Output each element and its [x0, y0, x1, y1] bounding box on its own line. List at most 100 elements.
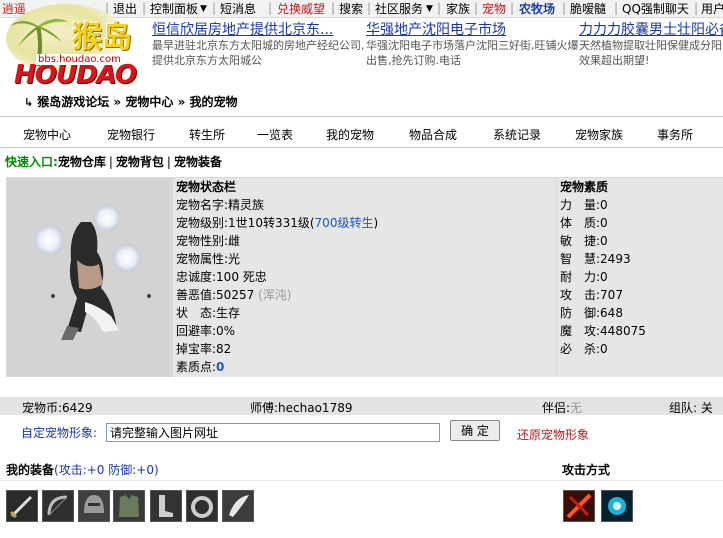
breadcrumb: ↳ 猴岛游戏论坛 » 宠物中心 » 我的宠物 [24, 93, 238, 110]
image-url-input[interactable] [106, 423, 440, 442]
karma-row: 善恶值:50257 (浑沌) [176, 288, 292, 302]
pet-name: 精灵族 [228, 198, 265, 212]
menu-item-pet-family[interactable]: 宠物家族 [575, 126, 623, 143]
pet-level: 1世10转331级( [228, 216, 315, 230]
evasion-row: 回避率:0% [176, 324, 236, 338]
quick-link-equipment[interactable]: 宠物装备 [174, 155, 222, 169]
custom-image-label: 自定宠物形象: [21, 426, 98, 440]
qualities-header: 宠物素质 [560, 180, 609, 194]
quick-entry-label: 快速入口: [5, 155, 58, 169]
nav-item-qq-chat[interactable]: QQ强制聊天 [622, 2, 689, 16]
ad-description: 最早进驻北京东方太阳城的房地产经纪公司,提供北京东方太阳城公 [152, 39, 365, 67]
pet-coin: 宠物币:6429 [22, 401, 93, 415]
confirm-button[interactable]: 确 定 [450, 420, 500, 441]
quality-row: 敏 捷:0 [560, 234, 608, 248]
quality-row: 智 慧:2493 [560, 252, 631, 266]
ad-block[interactable]: 华强地产沈阳电子市场 华强沈阳电子市场落户沈阳三好街,旺铺火爆出售,抢先订购.电… [366, 22, 582, 68]
rebirth-link[interactable]: 700级转生 [315, 216, 374, 230]
karma-value: 50257 [216, 288, 255, 302]
ring-icon[interactable] [186, 490, 218, 522]
menu-item-system-log[interactable]: 系统记录 [493, 126, 541, 143]
quick-link-warehouse[interactable]: 宠物仓库 [58, 155, 106, 169]
state-value: 生存 [216, 306, 241, 320]
ad-description: 天然植物提取壮阳保健成分阳效果超出期望! [579, 39, 722, 67]
quick-link-backpack[interactable]: 宠物背包 [116, 155, 164, 169]
menu-item-office[interactable]: 事务所 [657, 126, 693, 143]
breadcrumb-my-pet: 我的宠物 [189, 95, 238, 109]
menu-item-overview[interactable]: 一览表 [257, 126, 293, 143]
master[interactable]: 师傅:hechao1789 [250, 399, 352, 416]
quality-row: 攻 击:707 [560, 288, 623, 302]
state-row: 状 态:生存 [176, 306, 241, 320]
sword-icon[interactable] [6, 490, 38, 522]
quality-row: 防 御:648 [560, 306, 623, 320]
blade-icon[interactable] [222, 490, 254, 522]
quality-row: 耐 力:0 [560, 270, 608, 284]
quality-row: 必 杀:0 [560, 342, 608, 356]
pet-gender: 雌 [228, 234, 241, 248]
ad-title[interactable]: 恒信欣居房地产提供北京东... [152, 22, 368, 38]
points-row: 素质点:0 [176, 360, 225, 374]
pet-character-image [33, 204, 151, 340]
nav-item-misc[interactable]: 脆嗳髓 [570, 2, 606, 16]
menu-item-pet-bank[interactable]: 宠物银行 [107, 126, 155, 143]
drop-rate-value: 82 [216, 342, 232, 356]
pet-qualities-column: 宠物素质 力 量:0 体 质:0 敏 捷:0 智 慧:2493 耐 力:0 攻 … [557, 178, 723, 377]
water-attack-icon[interactable] [601, 490, 633, 522]
menu-item-item-synthesis[interactable]: 物品合成 [409, 126, 457, 143]
boots-icon[interactable] [150, 490, 182, 522]
points-value[interactable]: 0 [216, 360, 224, 374]
main-menu: 宠物中心 宠物银行 转生所 一览表 我的宠物 物品合成 系统记录 宠物家族 事务… [0, 116, 723, 148]
quality-row: 体 质:0 [560, 216, 608, 230]
group-status: 组队: 关 [669, 401, 713, 415]
pet-attribute-row: 宠物属性:光 [176, 252, 241, 266]
attack-mode-title: 攻击方式 [562, 463, 611, 477]
nav-item-family[interactable]: 家族 [446, 2, 470, 16]
quick-entry: 快速入口:宠物仓库 | 宠物背包 | 宠物装备 [5, 155, 222, 169]
site-logo[interactable]: 猴岛 HOUDAO bbs.houdao.com [0, 0, 150, 90]
menu-item-pet-center[interactable]: 宠物中心 [23, 126, 71, 143]
bow-icon[interactable] [42, 490, 74, 522]
ad-title[interactable]: 力力力胶囊男士壮阳必备 [579, 22, 723, 38]
ad-title[interactable]: 华强地产沈阳电子市场 [366, 22, 582, 38]
logo-title: 猴岛 [72, 20, 132, 55]
partner-value: 无 [570, 401, 583, 415]
nav-item-search[interactable]: 搜索 [339, 2, 363, 16]
nav-item-farm[interactable]: 农牧场 [519, 2, 555, 16]
partner: 伴侣:无 [542, 401, 583, 415]
dropdown-arrow-icon[interactable]: ▼ [200, 2, 207, 16]
nav-item-exchange[interactable]: 兑换威望 [277, 2, 325, 16]
pet-portrait [7, 180, 169, 375]
ad-block[interactable]: 恒信欣居房地产提供北京东... 最早进驻北京东方太阳城的房地产经纪公司,提供北京… [152, 22, 368, 68]
dropdown-arrow-icon[interactable]: ▼ [426, 2, 433, 16]
pet-gender-row: 宠物性别:雌 [176, 234, 241, 248]
pet-status-column: 宠物状态栏 宠物名字:精灵族 宠物级别:1世10转331级(700级转生) 宠物… [173, 178, 556, 377]
arrow-icon: ↳ [24, 96, 34, 109]
equipment-title: 我的装备(攻击:+0 防御:+0) [6, 463, 159, 477]
nav-item-control-panel[interactable]: 控制面板 [150, 2, 198, 16]
fire-attack-icon[interactable] [563, 490, 595, 522]
helmet-icon[interactable] [78, 490, 110, 522]
nav-item-user-center[interactable]: 用户 [701, 2, 723, 16]
status-header: 宠物状态栏 [176, 180, 237, 194]
equipment-stats: (攻击:+0 防御:+0) [54, 463, 159, 477]
menu-item-my-pet[interactable]: 我的宠物 [326, 126, 374, 143]
quality-row: 魔 攻:448075 [560, 324, 646, 338]
logo-url: bbs.houdao.com [36, 54, 123, 65]
loyalty-row: 忠诚度:100 死忠 [176, 270, 267, 284]
divider [0, 480, 723, 481]
ad-description: 华强沈阳电子市场落户沈阳三好街,旺铺火爆出售,抢先订购.电话 [366, 39, 579, 67]
evasion-value: 0% [216, 324, 236, 338]
karma-note: (浑沌) [258, 288, 292, 302]
restore-image-link[interactable]: 还原宠物形象 [517, 426, 589, 443]
armor-icon[interactable] [113, 490, 145, 522]
ad-block[interactable]: 力力力胶囊男士壮阳必备 天然植物提取壮阳保健成分阳效果超出期望! [579, 22, 723, 68]
nav-item-pet[interactable]: 宠物 [482, 2, 506, 16]
breadcrumb-pet-center[interactable]: 宠物中心 [125, 95, 173, 109]
breadcrumb-forum[interactable]: 猴岛游戏论坛 [37, 95, 109, 109]
pet-name-row: 宠物名字:精灵族 [176, 198, 265, 212]
drop-rate-row: 掉宝率:82 [176, 342, 232, 356]
menu-item-rebirth[interactable]: 转生所 [189, 126, 225, 143]
nav-item-community[interactable]: 社区服务 [375, 2, 423, 16]
nav-item-messages[interactable]: 短消息 [220, 2, 256, 16]
